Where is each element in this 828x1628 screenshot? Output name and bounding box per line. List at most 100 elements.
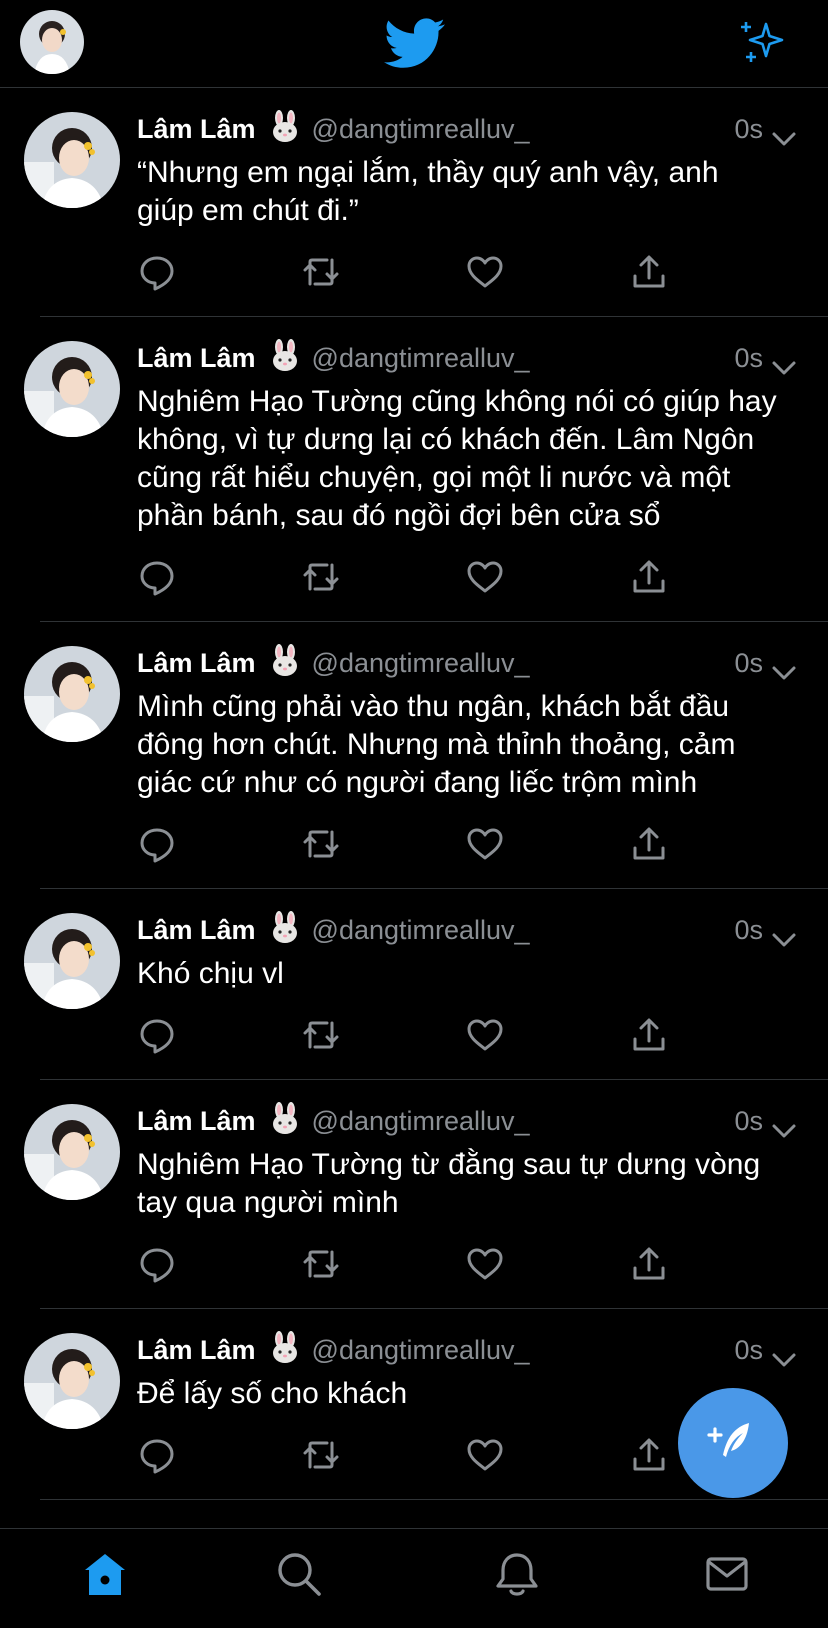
author-name[interactable]: Lâm Lâm [137, 915, 256, 945]
author-handle[interactable]: @dangtimrealluv_ [312, 343, 530, 373]
tweet-text: Nghiêm Hạo Tường từ đằng sau tự dưng vòn… [137, 1148, 769, 1219]
tweet-text: “Nhưng em ngại lắm, thầy quý anh vậy, an… [137, 156, 727, 227]
rabbit-face-icon [268, 1331, 302, 1365]
retweet-icon[interactable] [301, 1435, 341, 1475]
tweet-actions [137, 824, 797, 874]
search-icon [278, 1553, 321, 1596]
compose-tweet-button[interactable] [678, 1388, 788, 1498]
rabbit-face-icon [268, 1102, 302, 1136]
tweet-meta: Lâm Lâm @dangtimrealluv_ 0s [137, 1102, 797, 1140]
tweet[interactable]: Lâm Lâm @dangtimrealluv_ 0s Mình cũng ph… [24, 622, 828, 889]
retweet-icon[interactable] [301, 824, 341, 864]
profile-avatar[interactable] [20, 10, 84, 74]
tweet-body: Lâm Lâm @dangtimrealluv_ 0s Mình cũng ph… [137, 622, 797, 874]
retweet-icon[interactable] [301, 1244, 341, 1284]
search-tab[interactable] [274, 1549, 324, 1599]
tweet-body: Lâm Lâm @dangtimrealluv_ 0s Khó chịu vl [137, 889, 797, 1065]
chevron-down-icon[interactable] [771, 120, 797, 146]
reply-icon[interactable] [137, 824, 177, 864]
tweet-timestamp: 0s [734, 114, 763, 144]
tweet-actions [137, 1244, 797, 1294]
tweet-timestamp: 0s [734, 648, 763, 678]
share-icon[interactable] [629, 1015, 669, 1055]
author-avatar[interactable] [24, 1333, 120, 1429]
author-handle[interactable]: @dangtimrealluv_ [312, 114, 530, 144]
tweet-text: Nghiêm Hạo Tường cũng không nói có giúp … [137, 385, 785, 532]
author-avatar[interactable] [24, 913, 120, 1009]
tweet-body: Lâm Lâm @dangtimrealluv_ 0s Nghiêm Hạo T… [137, 317, 797, 607]
like-icon[interactable] [465, 1244, 505, 1284]
chevron-down-icon[interactable] [771, 654, 797, 680]
reply-icon[interactable] [137, 1244, 177, 1284]
share-icon[interactable] [629, 824, 669, 864]
author-handle[interactable]: @dangtimrealluv_ [312, 1106, 530, 1136]
like-icon[interactable] [465, 824, 505, 864]
like-icon[interactable] [465, 1015, 505, 1055]
tweet-text: Để lấy số cho khách [137, 1377, 408, 1410]
author-avatar[interactable] [24, 1104, 120, 1200]
top-bar [0, 0, 828, 88]
author-avatar[interactable] [24, 341, 120, 437]
tweet-meta: Lâm Lâm @dangtimrealluv_ 0s [137, 110, 797, 148]
share-icon[interactable] [629, 1244, 669, 1284]
reply-icon[interactable] [137, 557, 177, 597]
share-icon[interactable] [629, 252, 669, 292]
tweet-actions [137, 252, 797, 302]
like-icon[interactable] [465, 1435, 505, 1475]
notifications-tab[interactable] [492, 1549, 542, 1599]
author-name[interactable]: Lâm Lâm [137, 1335, 256, 1365]
home-tab[interactable] [80, 1549, 130, 1599]
like-icon[interactable] [465, 557, 505, 597]
chevron-down-icon[interactable] [771, 1112, 797, 1138]
author-avatar[interactable] [24, 112, 120, 208]
rabbit-face-icon [268, 339, 302, 373]
tweet-meta: Lâm Lâm @dangtimrealluv_ 0s [137, 339, 797, 377]
tweet-meta: Lâm Lâm @dangtimrealluv_ 0s [137, 644, 797, 682]
reply-icon[interactable] [137, 252, 177, 292]
reply-icon[interactable] [137, 1015, 177, 1055]
author-name[interactable]: Lâm Lâm [137, 343, 256, 373]
tweet-meta: Lâm Lâm @dangtimrealluv_ 0s [137, 1331, 797, 1369]
author-handle[interactable]: @dangtimrealluv_ [312, 648, 530, 678]
tweet-actions [137, 557, 797, 607]
reply-icon[interactable] [137, 1435, 177, 1475]
tweet-body: Lâm Lâm @dangtimrealluv_ 0s Nghiêm Hạo T… [137, 1080, 797, 1294]
tweet-text: Mình cũng phải vào thu ngân, khách bắt đ… [137, 690, 744, 799]
twitter-bird-icon[interactable] [384, 18, 446, 70]
retweet-icon[interactable] [301, 557, 341, 597]
chevron-down-icon[interactable] [771, 1341, 797, 1367]
messages-icon [706, 1557, 748, 1591]
rabbit-face-icon [268, 644, 302, 678]
author-avatar[interactable] [24, 646, 120, 742]
tweet-meta: Lâm Lâm @dangtimrealluv_ 0s [137, 911, 797, 949]
notifications-icon [496, 1553, 538, 1596]
messages-tab[interactable] [702, 1549, 752, 1599]
author-name[interactable]: Lâm Lâm [137, 1106, 256, 1136]
share-icon[interactable] [629, 1435, 669, 1475]
tweet-timestamp: 0s [734, 1335, 763, 1365]
tweet-timestamp: 0s [734, 915, 763, 945]
tweet[interactable]: Lâm Lâm @dangtimrealluv_ 0s Khó chịu vl [24, 889, 828, 1080]
tweet-feed: Lâm Lâm @dangtimrealluv_ 0s “Nhưng em ng… [0, 88, 828, 1500]
tweet-timestamp: 0s [734, 343, 763, 373]
rabbit-face-icon [268, 911, 302, 945]
author-handle[interactable]: @dangtimrealluv_ [312, 1335, 530, 1365]
retweet-icon[interactable] [301, 1015, 341, 1055]
author-name[interactable]: Lâm Lâm [137, 648, 256, 678]
chevron-down-icon[interactable] [771, 349, 797, 375]
tweet[interactable]: Lâm Lâm @dangtimrealluv_ 0s Nghiêm Hạo T… [24, 317, 828, 622]
like-icon[interactable] [465, 252, 505, 292]
home-icon [85, 1554, 125, 1595]
chevron-down-icon[interactable] [771, 921, 797, 947]
author-name[interactable]: Lâm Lâm [137, 114, 256, 144]
rabbit-face-icon [268, 110, 302, 144]
author-handle[interactable]: @dangtimrealluv_ [312, 915, 530, 945]
tweet[interactable]: Lâm Lâm @dangtimrealluv_ 0s “Nhưng em ng… [24, 88, 828, 317]
retweet-icon[interactable] [301, 252, 341, 292]
tweet[interactable]: Lâm Lâm @dangtimrealluv_ 0s Nghiêm Hạo T… [24, 1080, 828, 1309]
tweet-body: Lâm Lâm @dangtimrealluv_ 0s “Nhưng em ng… [137, 88, 797, 302]
tweet-timestamp: 0s [734, 1106, 763, 1136]
sparkle-icon[interactable] [738, 18, 790, 66]
share-icon[interactable] [629, 557, 669, 597]
twitter-timeline-screen: Lâm Lâm @dangtimrealluv_ 0s “Nhưng em ng… [0, 0, 828, 1628]
